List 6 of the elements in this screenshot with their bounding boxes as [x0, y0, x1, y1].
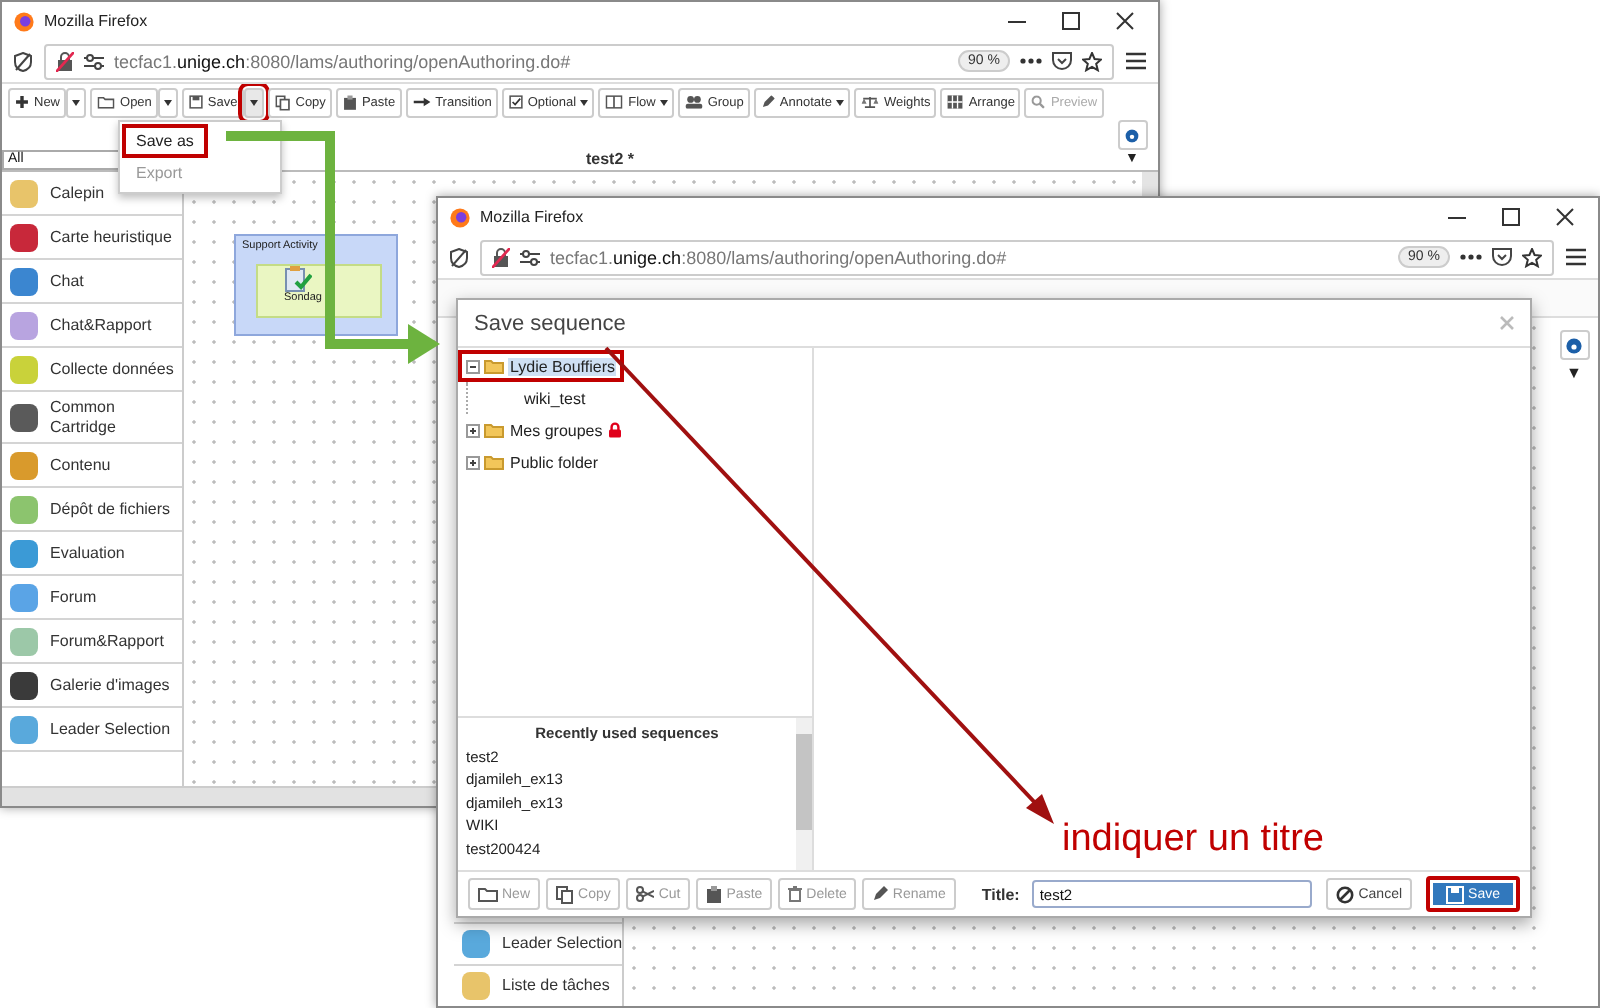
field-label: Title:: [981, 885, 1020, 903]
sequence-title: test2 *: [583, 150, 636, 170]
window-title: Mozilla Firefox: [44, 12, 150, 30]
annotation-text: indiquer un titre: [1062, 818, 1324, 862]
dialog-title: Save sequence: [474, 311, 628, 335]
window-title: Mozilla Firefox: [480, 208, 586, 226]
